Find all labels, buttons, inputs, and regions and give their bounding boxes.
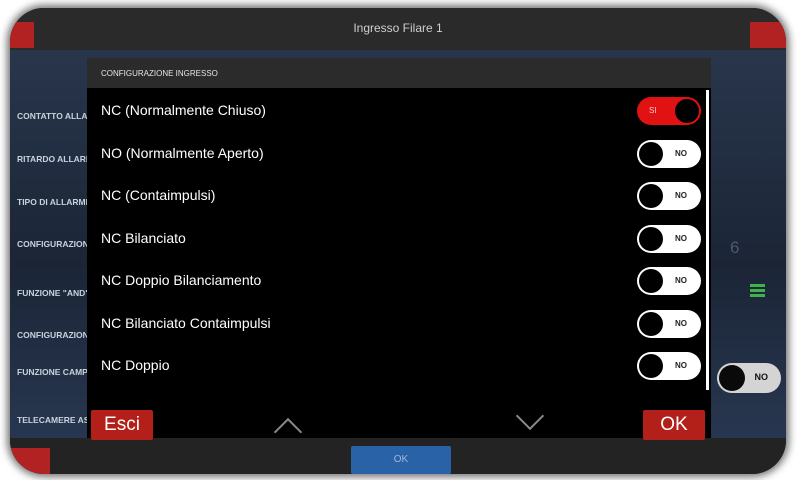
option-row[interactable]: NC Doppio NO <box>87 346 705 386</box>
option-row[interactable]: NC Bilanciato NO <box>87 219 705 259</box>
ok-button[interactable]: OK <box>643 410 705 440</box>
option-toggle[interactable]: NO <box>637 182 701 210</box>
bg-toggle[interactable]: NO <box>717 363 781 393</box>
scrollbar[interactable] <box>706 90 709 390</box>
option-label: NC Doppio <box>101 357 170 373</box>
option-row[interactable]: NC (Contaimpulsi) NO <box>87 176 705 216</box>
dialog-title: CONFIGURAZIONE INGRESSO <box>101 69 218 78</box>
toggle-knob <box>639 142 663 166</box>
dialog-header: CONFIGURAZIONE INGRESSO <box>87 58 711 88</box>
menu-icon[interactable] <box>750 284 765 299</box>
toggle-state: NO <box>675 149 687 158</box>
option-toggle[interactable]: SI <box>637 97 701 125</box>
toggle-knob <box>639 269 663 293</box>
option-toggle[interactable]: NO <box>637 225 701 253</box>
option-toggle[interactable]: NO <box>637 310 701 338</box>
bg-label-tipo: TIPO DI ALLARME <box>17 197 92 207</box>
bg-label-ritardo: RITARDO ALLARME (SEC) <box>17 154 97 164</box>
window-title: Ingresso Filare 1 <box>353 21 443 35</box>
bg-label-funzione-and: FUNZIONE "AND" <box>17 288 90 298</box>
option-label: NC Doppio Bilanciamento <box>101 272 262 288</box>
back-button[interactable] <box>10 22 34 48</box>
option-label: NC Bilanciato <box>101 230 186 246</box>
option-toggle[interactable]: NO <box>637 352 701 380</box>
toggle-state: NO <box>675 191 687 200</box>
bg-label-configurazione: CONFIGURAZIONE <box>17 330 95 340</box>
esci-button[interactable]: Esci <box>91 410 153 440</box>
chevron-down-icon[interactable] <box>515 401 545 431</box>
option-row[interactable]: NO (Normalmente Aperto) NO <box>87 134 705 174</box>
option-label: NO (Normalmente Aperto) <box>101 145 264 161</box>
bg-label-telecamere: TELECAMERE AS <box>17 415 90 425</box>
toggle-state: NO <box>675 234 687 243</box>
toggle-knob <box>639 227 663 251</box>
bg-label-configurazione-ingresso: CONFIGURAZIONE INGRESSO <box>17 239 97 249</box>
option-label: NC Bilanciato Contaimpulsi <box>101 315 271 331</box>
option-row[interactable]: NC (Normalmente Chiuso) SI <box>87 91 705 131</box>
option-label: NC (Contaimpulsi) <box>101 187 216 203</box>
toggle-state: SI <box>649 106 657 115</box>
bg-ok-button[interactable]: OK <box>351 446 451 474</box>
bottom-left-button[interactable] <box>10 448 50 474</box>
bg-value: 6 <box>730 238 740 257</box>
option-toggle[interactable]: NO <box>637 267 701 295</box>
toggle-knob <box>639 354 663 378</box>
bg-label-campanello: FUNZIONE CAMPANELLO (C <box>17 367 97 377</box>
toggle-knob <box>719 365 745 391</box>
toggle-knob <box>639 312 663 336</box>
config-dialog: CONFIGURAZIONE INGRESSO NC (Normalmente … <box>87 58 711 447</box>
option-row[interactable]: NC Bilanciato Contaimpulsi NO <box>87 304 705 344</box>
close-button[interactable] <box>750 22 786 48</box>
option-row[interactable]: NC Doppio Bilanciamento NO <box>87 261 705 301</box>
toggle-knob <box>639 184 663 208</box>
option-toggle[interactable]: NO <box>637 140 701 168</box>
option-label: NC (Normalmente Chiuso) <box>101 102 266 118</box>
toggle-state: NO <box>675 319 687 328</box>
device-frame: Ingresso Filare 1 CONTATTO ALLARME / TIP… <box>10 8 786 474</box>
bg-toggle-label: NO <box>754 372 769 382</box>
toggle-state: NO <box>675 361 687 370</box>
title-bar: Ingresso Filare 1 <box>10 8 786 50</box>
toggle-state: NO <box>675 276 687 285</box>
bg-label-contatto: CONTATTO ALLARME / TIPO DI SEGNALAZIONE <box>17 111 97 121</box>
toggle-knob <box>675 99 699 123</box>
